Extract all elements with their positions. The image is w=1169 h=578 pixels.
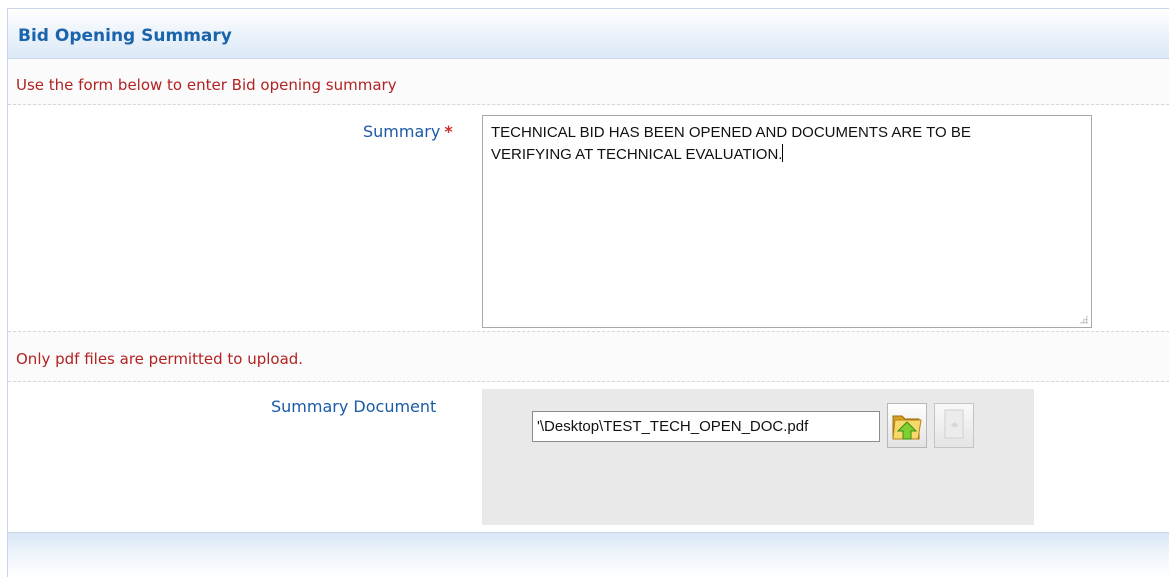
file-path-input[interactable]: '\Desktop\TEST_TECH_OPEN_DOC.pdf [532,411,880,442]
summary-text: TECHNICAL BID HAS BEEN OPENED AND DOCUME… [491,124,971,163]
resize-grip[interactable] [1079,315,1088,324]
remove-file-icon [944,409,964,439]
summary-label-wrap: Summary * [363,122,453,141]
upload-area: '\Desktop\TEST_TECH_OPEN_DOC.pdf [482,389,1034,525]
panel-footer [8,532,1169,578]
required-indicator: * [444,122,453,141]
upload-note: Only pdf files are permitted to upload. [16,350,304,368]
remove-file-button[interactable] [934,403,974,448]
panel-header: Bid Opening Summary [8,9,1169,59]
form-note: Use the form below to enter Bid opening … [16,76,397,94]
folder-upload-icon [892,415,922,440]
summary-label: Summary [363,122,441,141]
bid-opening-summary-panel: Bid Opening Summary Use the form below t… [7,8,1169,578]
panel-title: Bid Opening Summary [18,26,232,46]
summary-textarea[interactable]: TECHNICAL BID HAS BEEN OPENED AND DOCUME… [482,115,1092,328]
upload-button[interactable] [887,403,927,448]
summary-document-label: Summary Document [271,397,437,416]
text-caret [782,144,784,162]
upload-note-row: Only pdf files are permitted to upload. [8,332,1169,382]
form-note-row: Use the form below to enter Bid opening … [8,59,1169,105]
